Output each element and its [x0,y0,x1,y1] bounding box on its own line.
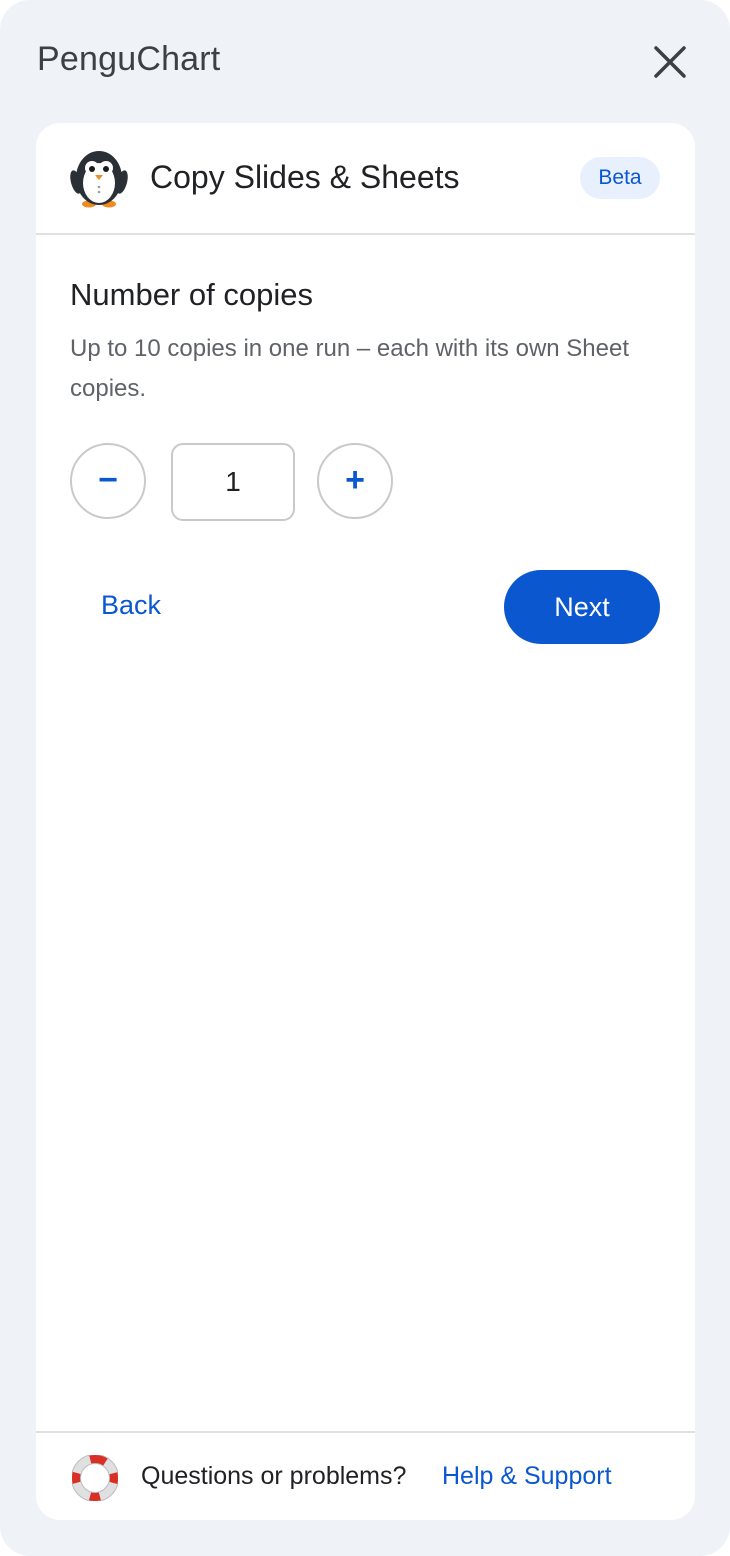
decrement-button[interactable]: − [70,443,146,519]
app-title: PenguChart [37,40,221,78]
lifebuoy-icon [71,1454,119,1502]
copies-input[interactable] [171,443,295,521]
main-card: Copy Slides & Sheets Beta Number of copi… [36,123,695,1520]
copies-heading: Number of copies [70,277,313,312]
footer-question: Questions or problems? [141,1462,407,1490]
help-support-link[interactable]: Help & Support [442,1462,612,1491]
increment-button[interactable]: + [317,443,393,519]
card-title: Copy Slides & Sheets [150,159,460,195]
side-panel: PenguChart Copy Slides & Sheets Beta Num… [0,0,730,1556]
penguin-icon [70,147,128,209]
beta-badge: Beta [580,157,660,199]
next-button[interactable]: Next [504,570,660,644]
card-footer: Questions or problems? Help & Support [36,1431,695,1520]
close-icon[interactable] [646,38,694,86]
back-button[interactable]: Back [101,590,161,621]
card-header: Copy Slides & Sheets Beta [36,123,695,235]
copies-description: Up to 10 copies in one run – each with i… [70,335,630,402]
